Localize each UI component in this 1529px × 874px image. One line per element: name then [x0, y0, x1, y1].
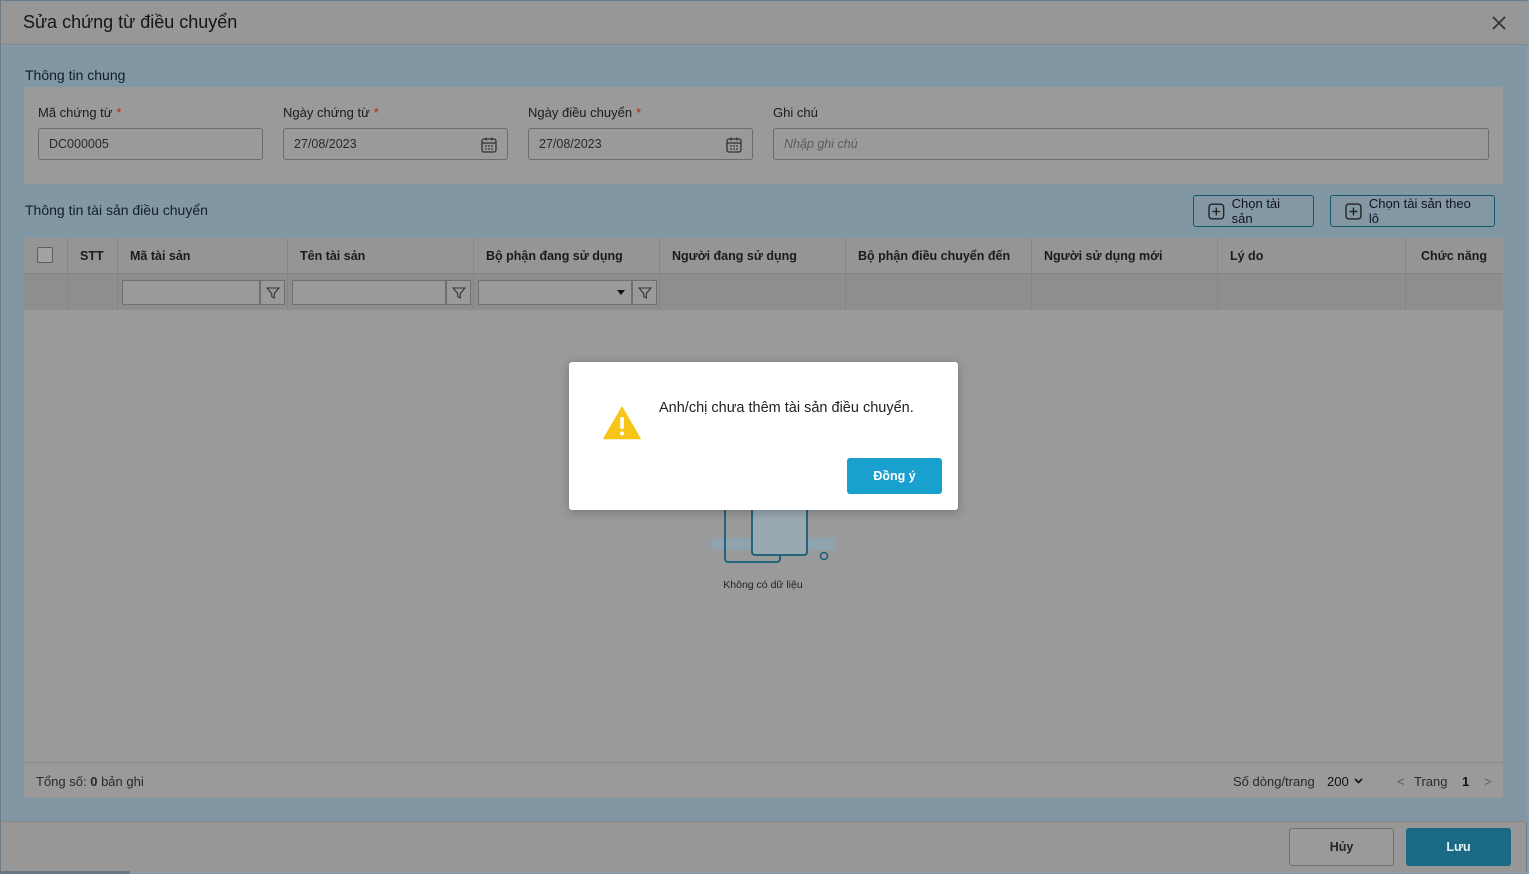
dialog-titlebar: Sửa chứng từ điều chuyển: [2, 2, 1527, 45]
chevron-down-icon: [1354, 778, 1363, 784]
required-mark: *: [116, 105, 122, 120]
transfer-date-label-text: Ngày điều chuyển: [528, 105, 633, 120]
filter-cell-blank: [24, 274, 68, 310]
column-header-reason[interactable]: Lý do: [1218, 238, 1406, 274]
voucher-date-input[interactable]: 27/08/2023: [283, 128, 508, 160]
next-page-button[interactable]: >: [1484, 763, 1492, 799]
rows-per-page-label: Số dòng/trang: [1233, 773, 1315, 789]
filter-cell-asset-code: [118, 274, 288, 310]
total-records: Tổng số: 0 bản ghi: [36, 763, 144, 799]
total-label: Tổng số:: [36, 773, 87, 789]
required-mark: *: [636, 105, 642, 120]
rows-per-page-value: 200: [1327, 773, 1349, 789]
voucher-code-label: Mã chứng từ *: [38, 105, 122, 120]
required-mark: *: [373, 105, 379, 120]
prev-page-button[interactable]: <: [1397, 763, 1405, 799]
note-input[interactable]: Nhập ghi chú: [773, 128, 1489, 160]
table-footer: Tổng số: 0 bản ghi Số dòng/trang 200 < T…: [24, 762, 1503, 798]
total-unit: bản ghi: [101, 773, 144, 789]
table-header: STT Mã tài sản Tên tài sản Bộ phận đang …: [24, 238, 1503, 274]
select-all-checkbox[interactable]: [37, 247, 53, 263]
alert-dialog: Anh/chị chưa thêm tài sản điều chuyển. Đ…: [569, 362, 958, 510]
assets-section-title: Thông tin tài sản điều chuyển: [25, 202, 208, 218]
column-header-current-user[interactable]: Người đang sử dụng: [660, 238, 846, 274]
filter-cell-asset-name: [288, 274, 474, 310]
alert-message: Anh/chị chưa thêm tài sản điều chuyển.: [659, 400, 914, 416]
column-header-asset-code[interactable]: Mã tài sản: [118, 238, 288, 274]
select-asset-button[interactable]: Chọn tài sản: [1193, 195, 1314, 227]
calendar-icon[interactable]: [480, 136, 498, 154]
filter-cell-blank: [846, 274, 1032, 310]
select-batch-label: Chọn tài sản theo lô: [1368, 196, 1471, 226]
filter-icon[interactable]: [446, 280, 471, 305]
rows-per-page-select[interactable]: 200: [1327, 763, 1363, 799]
filter-row: [24, 274, 1503, 310]
cancel-button[interactable]: Hủy: [1289, 828, 1394, 866]
ok-button[interactable]: Đồng ý: [847, 458, 942, 494]
select-batch-button[interactable]: Chọn tài sản theo lô: [1330, 195, 1495, 227]
filter-cell-blank: [1032, 274, 1218, 310]
dialog-title: Sửa chứng từ điều chuyển: [23, 12, 238, 32]
current-dept-filter-select[interactable]: [478, 280, 632, 305]
page-number[interactable]: 1: [1462, 763, 1469, 799]
transfer-date-input[interactable]: 27/08/2023: [528, 128, 753, 160]
voucher-date-label-text: Ngày chứng từ: [283, 105, 370, 120]
filter-cell-blank: [1406, 274, 1503, 310]
voucher-code-input[interactable]: DC000005: [38, 128, 263, 160]
column-header-new-user[interactable]: Người sử dụng mới: [1032, 238, 1218, 274]
empty-state-text: Không có dữ liệu: [723, 579, 803, 591]
select-all-cell: [24, 238, 68, 274]
column-header-stt[interactable]: STT: [68, 238, 118, 274]
asset-name-filter-input[interactable]: [292, 280, 446, 305]
select-asset-label: Chọn tài sản: [1231, 196, 1281, 226]
filter-cell-blank: [660, 274, 846, 310]
warning-icon: [603, 406, 641, 440]
filter-cell-blank: [1218, 274, 1406, 310]
transfer-date-label: Ngày điều chuyển *: [528, 105, 641, 120]
rows-per-page: Số dòng/trang: [1233, 763, 1315, 799]
filter-icon[interactable]: [260, 280, 285, 305]
plus-square-icon: [1208, 202, 1225, 220]
note-label: Ghi chú: [773, 105, 818, 120]
calendar-icon[interactable]: [725, 136, 743, 154]
voucher-code-label-text: Mã chứng từ: [38, 105, 113, 120]
voucher-date-label: Ngày chứng từ *: [283, 105, 379, 120]
page-label: Trang: [1414, 773, 1448, 789]
filter-icon[interactable]: [632, 280, 657, 305]
close-icon[interactable]: [1489, 13, 1509, 33]
caret-down-icon: [617, 290, 625, 295]
plus-square-icon: [1345, 202, 1362, 220]
filter-cell-blank: [68, 274, 118, 310]
save-button[interactable]: Lưu: [1406, 828, 1511, 866]
column-header-target-dept[interactable]: Bộ phận điều chuyển đến: [846, 238, 1032, 274]
general-section-title: Thông tin chung: [25, 67, 126, 83]
transfer-date-value: 27/08/2023: [539, 137, 602, 151]
voucher-date-value: 27/08/2023: [294, 137, 357, 151]
asset-code-filter-input[interactable]: [122, 280, 260, 305]
total-count: 0: [90, 773, 98, 789]
column-header-asset-name[interactable]: Tên tài sản: [288, 238, 474, 274]
filter-cell-current-dept: [474, 274, 660, 310]
column-header-actions[interactable]: Chức năng: [1406, 238, 1503, 274]
column-header-current-dept[interactable]: Bộ phận đang sử dụng: [474, 238, 660, 274]
